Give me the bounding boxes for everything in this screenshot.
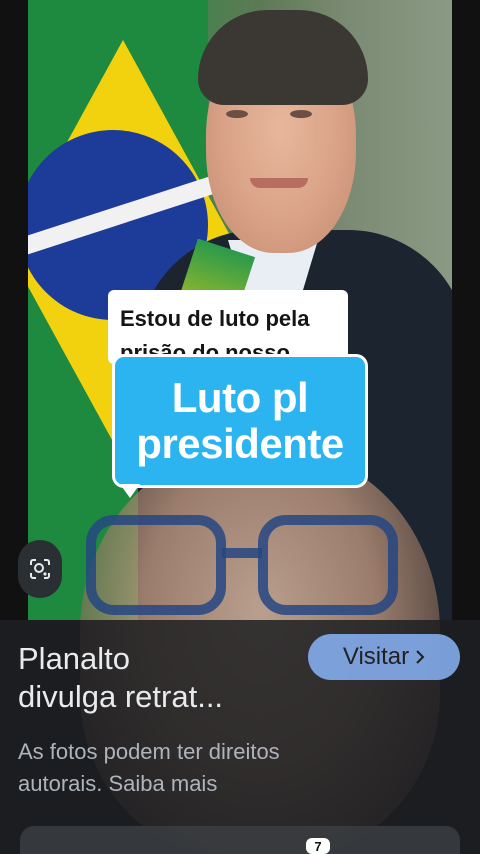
visit-button-label: Visitar bbox=[342, 643, 410, 670]
portrait-hair bbox=[198, 10, 368, 105]
caption-main: Luto pl presidente bbox=[112, 354, 368, 488]
result-title-line-1: Planalto bbox=[18, 641, 131, 676]
copyright-note-line-2[interactable]: autorais. Saiba mais bbox=[18, 768, 378, 800]
copyright-note-line-1: As fotos podem ter direitos bbox=[18, 739, 280, 764]
copyright-note: As fotos podem ter direitos autorais. Sa… bbox=[18, 736, 378, 800]
caption-top-line-1: Estou de luto pela bbox=[120, 306, 310, 331]
portrait-eye-right bbox=[290, 110, 312, 118]
right-edge bbox=[452, 0, 480, 620]
chevron-right-icon bbox=[416, 650, 425, 664]
glasses-lens-right bbox=[258, 515, 398, 615]
visit-button[interactable]: Visitar bbox=[308, 634, 460, 680]
caption-main-line-2: presidente bbox=[136, 420, 344, 467]
glasses-bridge bbox=[222, 548, 262, 558]
caption-main-line-1: Luto pl bbox=[171, 374, 309, 421]
result-title-line-2: divulga retrat... bbox=[18, 679, 224, 714]
portrait-mouth bbox=[250, 178, 308, 188]
lens-button[interactable] bbox=[18, 540, 62, 598]
result-title[interactable]: Planalto divulga retrat... bbox=[18, 640, 318, 716]
portrait-eye-left bbox=[226, 110, 248, 118]
count-badge: 7 bbox=[306, 838, 330, 854]
glasses-lens-left bbox=[86, 515, 226, 615]
bottom-action-strip[interactable] bbox=[20, 826, 460, 854]
lens-icon bbox=[30, 559, 50, 579]
caption-tail bbox=[120, 484, 140, 498]
caption-top: Estou de luto pela prisão do nosso bbox=[108, 290, 348, 364]
left-edge bbox=[0, 0, 28, 620]
